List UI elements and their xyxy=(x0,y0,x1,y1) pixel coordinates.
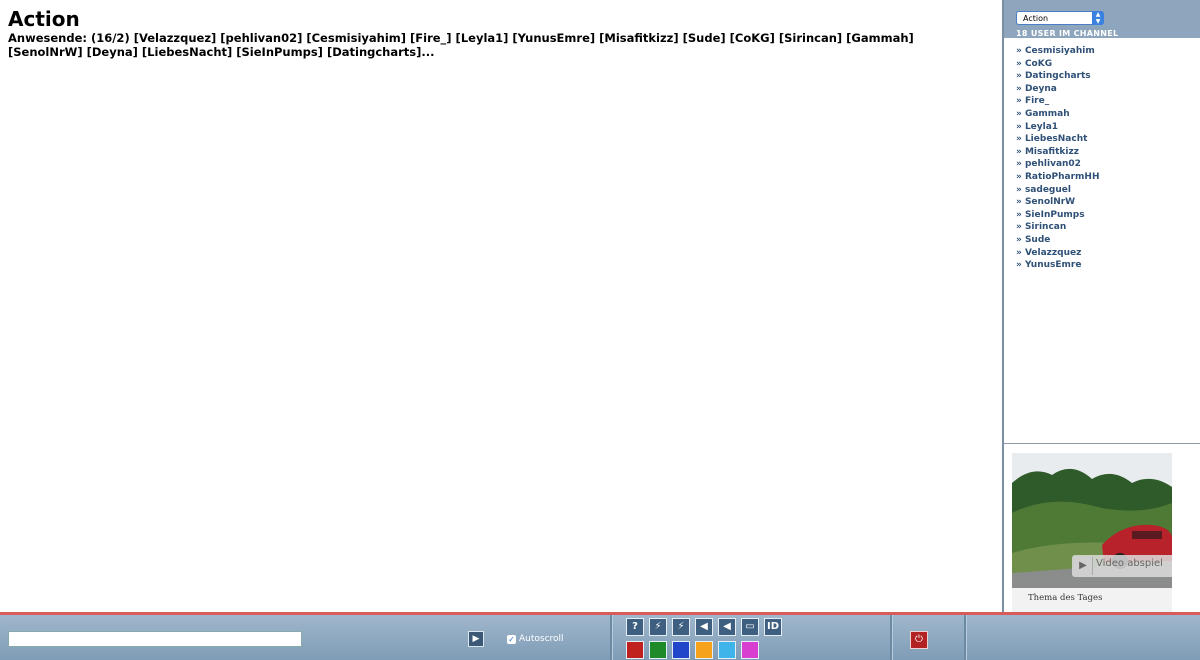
send-button[interactable]: ▶ xyxy=(468,631,484,647)
user-list-item[interactable]: » Velazzquez xyxy=(1016,247,1099,260)
id-icon: ID xyxy=(766,621,780,632)
sound-icon: ◀ xyxy=(700,621,708,632)
color-swatch[interactable] xyxy=(672,641,690,659)
autoscroll-label: Autoscroll xyxy=(519,634,564,644)
channel-select-value: Action xyxy=(1023,14,1049,23)
ad-theme-label: Thema des Tages xyxy=(1028,593,1103,603)
chevron-updown-icon: ▲ ▼ xyxy=(1092,11,1104,25)
ad-caption: Thema des Tages xyxy=(1012,588,1172,612)
color-swatch[interactable] xyxy=(718,641,736,659)
user-list-item[interactable]: » Datingcharts xyxy=(1016,70,1099,83)
user-list-item[interactable]: » YunusEmre xyxy=(1016,259,1099,272)
user-list: » Cesmisiyahim» CoKG» Datingcharts» Deyn… xyxy=(1016,45,1099,272)
color-swatch[interactable] xyxy=(649,641,667,659)
autoscroll-checkbox[interactable]: ✓ xyxy=(507,635,516,644)
user-sidebar: Action ▲ ▼ 18 USER IM CHANNEL » Cesmisiya… xyxy=(1002,0,1200,612)
help-icon: ? xyxy=(632,621,638,632)
smiley-off-button[interactable]: ⚡ xyxy=(672,618,690,636)
user-list-item[interactable]: » sadeguel xyxy=(1016,184,1099,197)
smiley-off-icon: ⚡ xyxy=(677,621,685,632)
user-list-item[interactable]: » SieInPumps xyxy=(1016,209,1099,222)
channel-select[interactable]: Action ▲ ▼ xyxy=(1016,11,1104,25)
play-icon: ▶ xyxy=(472,634,480,644)
play-icon: ▶ xyxy=(1074,557,1093,575)
color-swatch[interactable] xyxy=(695,641,713,659)
window-icon: ▭ xyxy=(745,621,755,632)
user-list-item[interactable]: » Deyna xyxy=(1016,83,1099,96)
smiley-icon: ⚡ xyxy=(654,621,662,632)
user-list-item[interactable]: » Cesmisiyahim xyxy=(1016,45,1099,58)
smiley-button[interactable]: ⚡ xyxy=(649,618,667,636)
user-list-item[interactable]: » RatioPharmHH xyxy=(1016,171,1099,184)
attendance-line: Anwesende: (16/2) [Velazzquez] [pehlivan… xyxy=(8,31,914,59)
video-play-overlay[interactable]: ▶ Video abspiel xyxy=(1072,555,1172,577)
user-list-item[interactable]: » Fire_ xyxy=(1016,95,1099,108)
color-swatch[interactable] xyxy=(741,641,759,659)
sound-off-icon: ◀ xyxy=(723,621,731,632)
channel-title: Action xyxy=(8,7,80,31)
user-list-item[interactable]: » Gammah xyxy=(1016,108,1099,121)
divider xyxy=(890,615,893,660)
divider xyxy=(610,615,613,660)
id-button[interactable]: ID xyxy=(764,618,782,636)
sound-button[interactable]: ◀ xyxy=(695,618,713,636)
user-list-item[interactable]: » Sude xyxy=(1016,234,1099,247)
user-list-item[interactable]: » Sirincan xyxy=(1016,221,1099,234)
logout-button[interactable]: ⏻ xyxy=(910,631,928,649)
video-play-label: Video abspiel xyxy=(1096,558,1163,569)
message-input[interactable] xyxy=(8,631,302,647)
help-button[interactable]: ? xyxy=(626,618,644,636)
user-list-item[interactable]: » CoKG xyxy=(1016,58,1099,71)
chat-area: Action Anwesende: (16/2) [Velazzquez] [p… xyxy=(0,0,1002,612)
sound-off-button[interactable]: ◀ xyxy=(718,618,736,636)
autoscroll-toggle[interactable]: ✓ Autoscroll xyxy=(507,634,564,646)
user-list-item[interactable]: » SenolNrW xyxy=(1016,196,1099,209)
user-count: 18 USER IM CHANNEL xyxy=(1016,29,1119,38)
bottom-toolbar: ▶ ✓ Autoscroll ? ⚡ ⚡ ◀ ◀ ▭ ID ⏻ xyxy=(0,612,1200,660)
sidebar-header: Action ▲ ▼ 18 USER IM CHANNEL xyxy=(1004,0,1200,38)
power-icon: ⏻ xyxy=(915,634,923,645)
ad-video[interactable]: ▶ Video abspiel Thema des Tages xyxy=(1012,453,1172,612)
user-list-item[interactable]: » LiebesNacht xyxy=(1016,133,1099,146)
color-swatch[interactable] xyxy=(626,641,644,659)
divider xyxy=(1004,443,1200,444)
divider xyxy=(964,615,967,660)
user-list-item[interactable]: » Leyla1 xyxy=(1016,121,1099,134)
window-button[interactable]: ▭ xyxy=(741,618,759,636)
user-list-item[interactable]: » Misafitkizz xyxy=(1016,146,1099,159)
user-list-item[interactable]: » pehlivan02 xyxy=(1016,158,1099,171)
